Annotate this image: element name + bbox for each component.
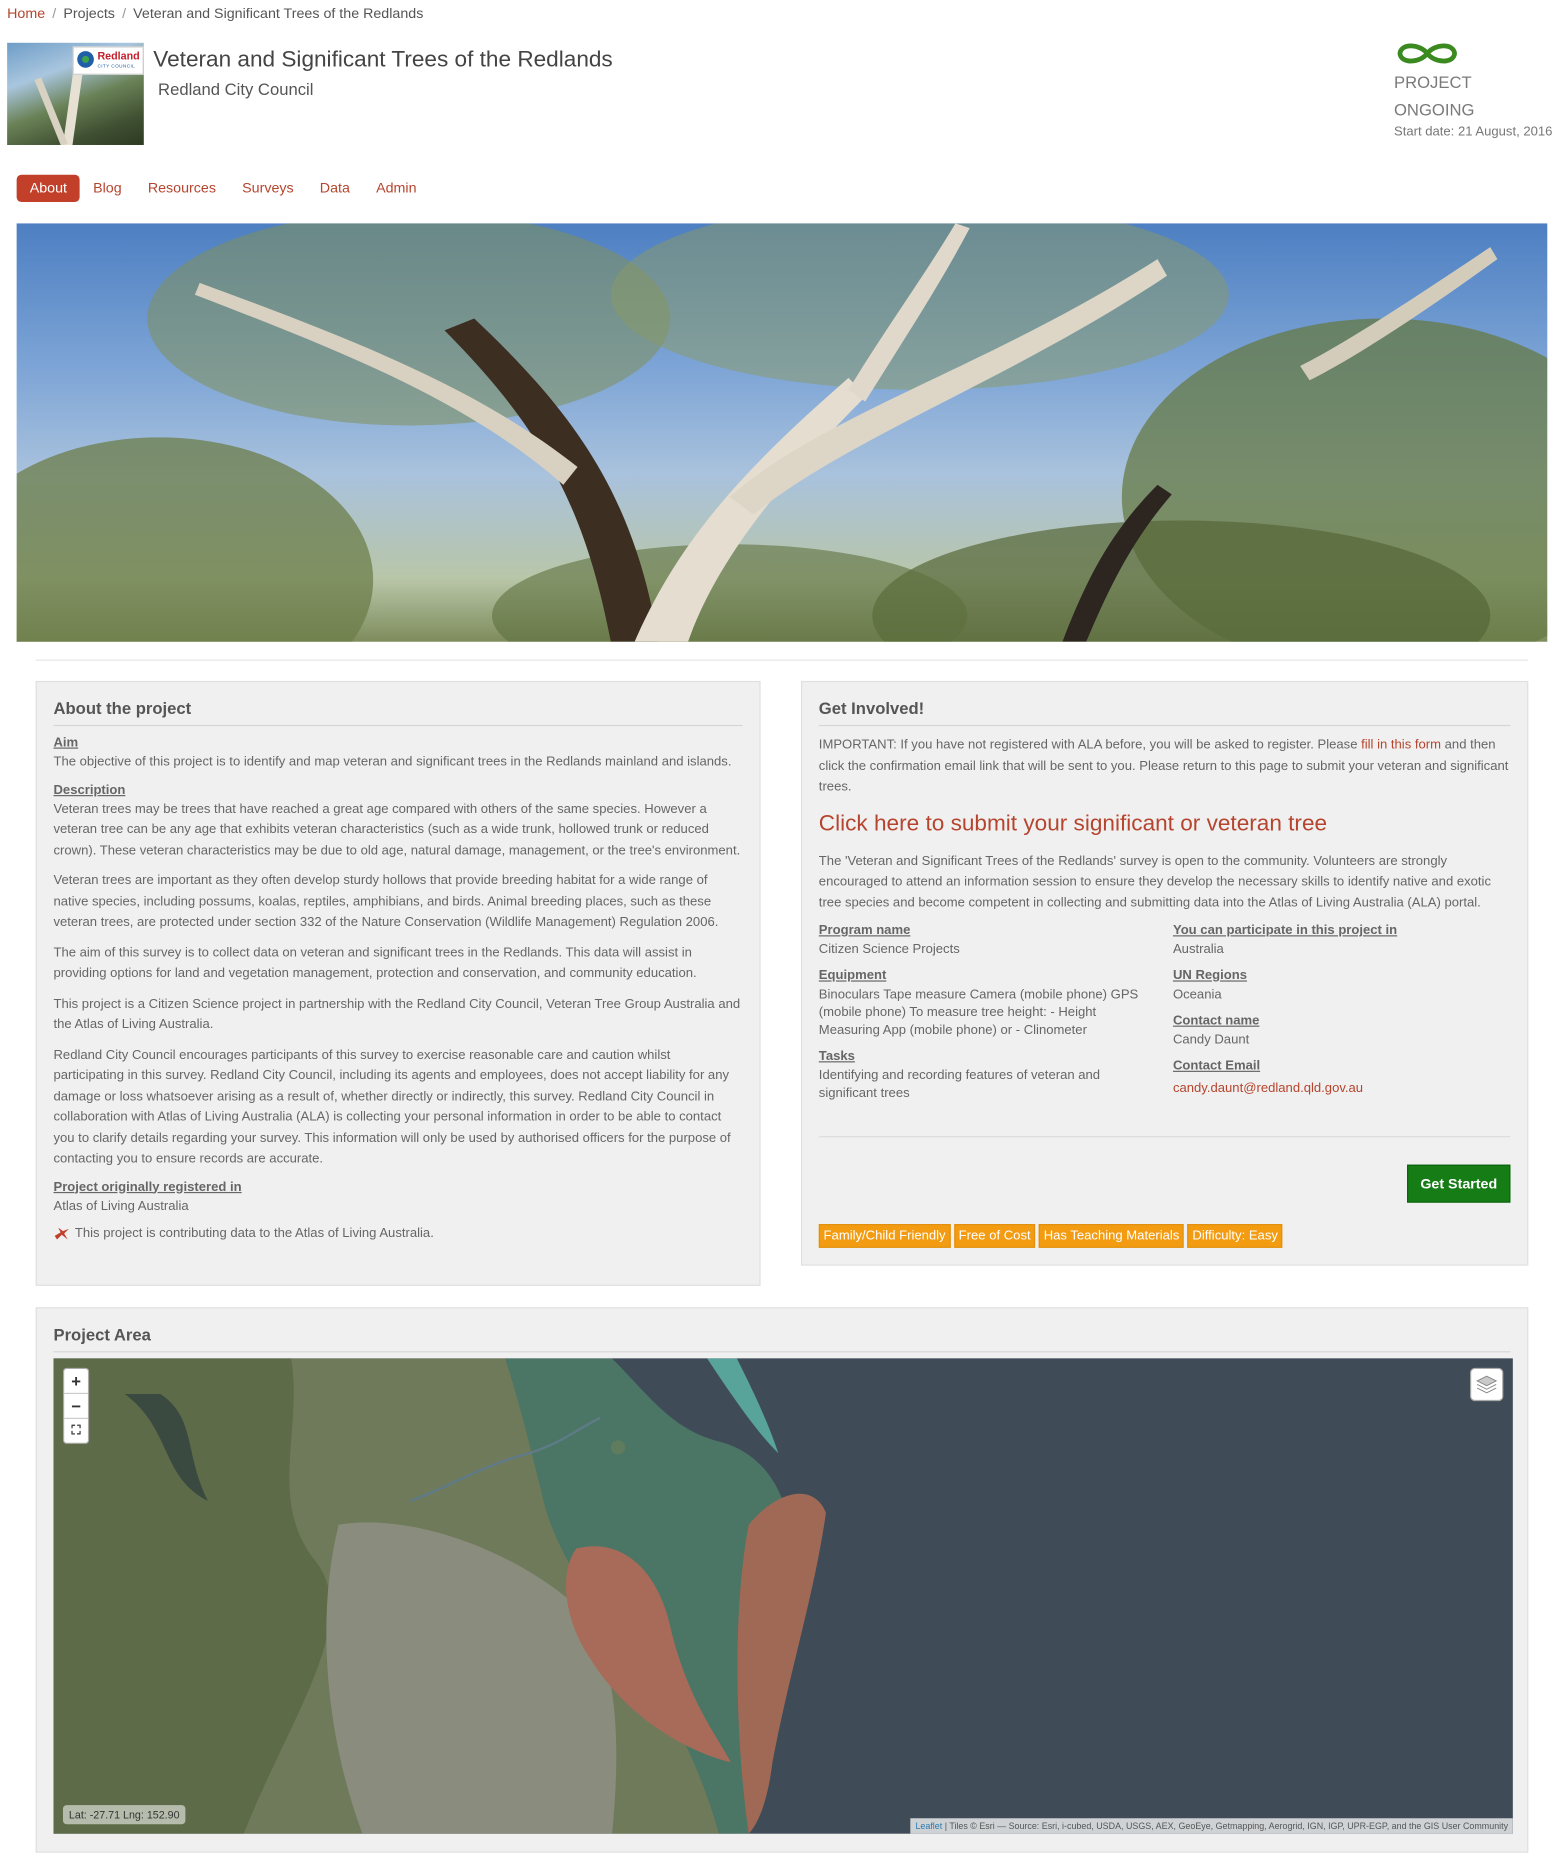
un-regions-label: UN Regions — [1172, 968, 1248, 983]
breadcrumb: Home / Projects / Veteran and Significant Tr… — [7, 4, 424, 22]
get-involved-heading: Get Involved! — [818, 699, 1511, 727]
description-paragraph: Veteran trees may be trees that have rea… — [53, 801, 741, 858]
map-zoom-controls: + − ⛶ — [62, 1367, 90, 1444]
breadcrumb-projects-link[interactable]: Projects — [63, 5, 115, 22]
participate-label: You can participate in this project in — [1172, 923, 1398, 938]
submit-tree-link[interactable]: Click here to submit your significant or… — [819, 811, 1511, 837]
project-area-heading: Project Area — [53, 1325, 1511, 1353]
equipment-value: Binoculars Tape measure Camera (mobile p… — [818, 987, 1139, 1038]
project-area-panel: Project Area + − ⛶ Lat: -27.71 Lng: 152.… — [35, 1307, 1529, 1853]
description-paragraph: Veteran trees are important as they ofte… — [53, 873, 719, 930]
registration-notice: IMPORTANT: If you have not registered wi… — [818, 737, 1509, 794]
registered-value: Atlas of Living Australia — [53, 1198, 189, 1213]
aim-text: The objective of this project is to iden… — [53, 754, 732, 769]
tab-resources[interactable]: Resources — [135, 175, 229, 202]
map-coordinates: Lat: -27.71 Lng: 152.90 — [62, 1805, 186, 1825]
status-line-1: PROJECT — [1393, 72, 1472, 92]
contact-name-value: Candy Daunt — [1172, 1032, 1250, 1047]
equipment-label: Equipment — [818, 968, 887, 983]
project-banner-image — [16, 223, 1548, 642]
tab-about[interactable]: About — [16, 174, 81, 203]
tab-data[interactable]: Data — [307, 175, 363, 202]
aim-label: Aim — [53, 735, 79, 750]
tag-badge: Has Teaching Materials — [1038, 1224, 1185, 1248]
tab-blog[interactable]: Blog — [80, 175, 135, 202]
about-heading: About the project — [53, 699, 743, 727]
project-title: Veteran and Significant Trees of the Red… — [153, 47, 613, 73]
status-line-2: ONGOING — [1393, 99, 1475, 119]
project-area-map[interactable]: + − ⛶ Lat: -27.71 Lng: 152.90 Leaflet | … — [53, 1358, 1513, 1834]
tag-badge: Free of Cost — [953, 1224, 1036, 1248]
tag-badge: Difficulty: Easy — [1187, 1224, 1283, 1248]
description-paragraph: The aim of this survey is to collect dat… — [53, 945, 697, 981]
project-logo: Redland CITY COUNCIL — [7, 42, 144, 145]
fullscreen-icon[interactable]: ⛶ — [64, 1419, 88, 1443]
organisation-name: Redland City Council — [158, 79, 314, 99]
zoom-out-button[interactable]: − — [64, 1394, 88, 1419]
survey-description: The 'Veteran and Significant Trees of th… — [818, 853, 1491, 910]
about-panel: About the project Aim The objective of t… — [35, 680, 761, 1286]
contact-email-label: Contact Email — [1172, 1058, 1261, 1074]
leaflet-link[interactable]: Leaflet — [915, 1821, 942, 1832]
contact-name-label: Contact name — [1172, 1013, 1260, 1028]
program-name-label: Program name — [818, 923, 911, 938]
contact-email-link[interactable]: candy.daunt@redland.qld.gov.au — [1173, 1081, 1363, 1095]
council-logo-badge: Redland CITY COUNCIL — [72, 46, 144, 75]
description-paragraph: This project is a Citizen Science projec… — [53, 996, 741, 1032]
layers-icon[interactable] — [1470, 1367, 1504, 1402]
tasks-value: Identifying and recording features of ve… — [818, 1068, 1101, 1101]
registration-form-link[interactable]: fill in this form — [1361, 738, 1441, 752]
participate-value: Australia — [1172, 942, 1224, 957]
map-attribution: Leaflet | Tiles © Esri — Source: Esri, i… — [910, 1818, 1513, 1834]
breadcrumb-current: Veteran and Significant Trees of the Red… — [133, 4, 424, 22]
get-involved-panel: Get Involved! IMPORTANT: If you have not… — [800, 680, 1529, 1266]
ala-bird-icon — [54, 1227, 69, 1240]
council-emblem-icon — [77, 51, 94, 68]
zoom-in-button[interactable]: + — [64, 1369, 88, 1394]
registered-label: Project originally registered in — [53, 1179, 242, 1194]
tab-surveys[interactable]: Surveys — [229, 175, 307, 202]
project-tabs: About Blog Resources Surveys Data Admin — [16, 174, 430, 203]
get-started-button[interactable]: Get Started — [1407, 1164, 1511, 1203]
ala-contribution-note: This project is contributing data to the… — [53, 1226, 742, 1241]
un-regions-value: Oceania — [1172, 987, 1222, 1002]
tab-admin[interactable]: Admin — [363, 175, 430, 202]
start-date: Start date: 21 August, 2016 — [1393, 124, 1553, 140]
tasks-label: Tasks — [818, 1049, 855, 1064]
description-label: Description — [53, 782, 126, 797]
infinity-icon — [1397, 43, 1457, 64]
project-tags: Family/Child Friendly Free of Cost Has T… — [818, 1224, 1283, 1248]
project-status: PROJECT ONGOING Start date: 21 August, 2… — [1394, 40, 1560, 139]
tag-badge: Family/Child Friendly — [818, 1224, 951, 1248]
breadcrumb-home-link[interactable]: Home — [7, 5, 45, 22]
program-name-value: Citizen Science Projects — [818, 942, 960, 957]
description-paragraph: Redland City Council encourages particip… — [53, 1047, 731, 1166]
